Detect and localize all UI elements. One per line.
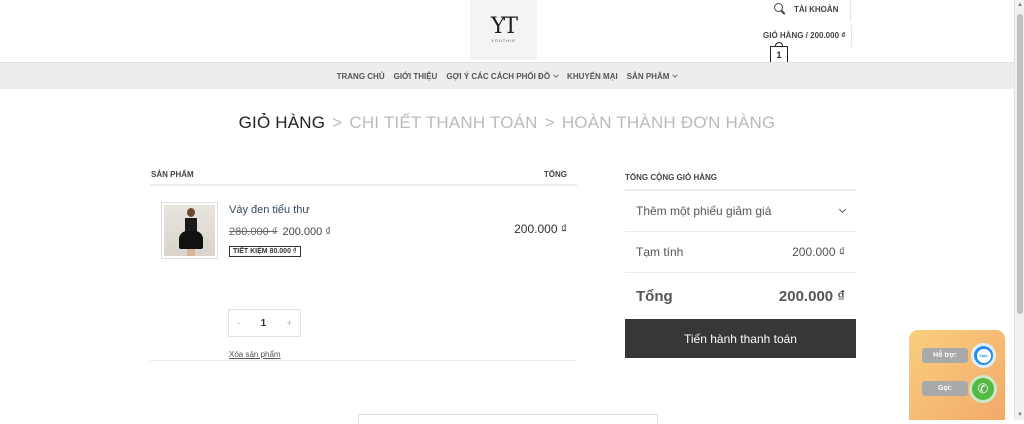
cart-summary-label: GIỎ HÀNG / 200.000 ₫ xyxy=(763,31,846,40)
nav-item-label: TRANG CHỦ xyxy=(336,71,385,81)
checkout-steps: GIỎ HÀNG > CHI TIẾT THANH TOÁN > HOÀN THÀNH … xyxy=(0,113,1014,133)
nav-item-label: GỢI Ý CÁC CÁCH PHỐI ĐỒ xyxy=(446,71,551,81)
step-cart[interactable]: GIỎ HÀNG xyxy=(239,113,326,132)
old-price: 280.000 ₫ xyxy=(229,226,278,238)
account-area: TÀI KHOẢN xyxy=(774,0,851,22)
product-image-part xyxy=(187,249,195,256)
nav-item-label: KHUYẾN MẠI xyxy=(567,71,618,81)
cart-totals: TỔNG CỘNG GIỎ HÀNG Thêm một phiếu giảm g… xyxy=(625,164,856,358)
search-icon[interactable] xyxy=(774,3,786,15)
main-nav: TRANG CHỦ GIỚI THIỆU GỢI Ý CÁC CÁCH PHỐI… xyxy=(0,62,1014,89)
divider xyxy=(851,25,852,47)
product-thumbnail[interactable] xyxy=(161,202,218,259)
nav-item-promotions[interactable]: KHUYẾN MẠI xyxy=(567,72,618,81)
product-prices: 280.000 ₫ 200.000 ₫ xyxy=(229,226,331,238)
column-header-total: TỔNG xyxy=(543,170,567,179)
total-label: Tổng xyxy=(636,287,673,305)
site-header: YT YOUTHIE TÀI KHOẢN GIỎ HÀNG / 200.000 … xyxy=(0,0,1014,64)
zalo-icon-text: Zalo xyxy=(976,348,991,363)
nav-item-about[interactable]: GIỚI THIỆU xyxy=(394,72,438,81)
support-widget: Hỗ trợ: Zalo Gọi: ✆ xyxy=(909,330,1005,420)
product-name-link[interactable]: Váy đen tiểu thư xyxy=(229,204,310,216)
nav-item-products[interactable]: SẢN PHẨM xyxy=(626,71,679,81)
product-image-part xyxy=(187,208,195,217)
header-cart-link[interactable]: GIỎ HÀNG / 200.000 ₫ xyxy=(763,25,852,47)
call-support-label: Gọi: xyxy=(922,381,968,396)
logo-subtitle: YOUTHIE xyxy=(491,38,516,43)
checkout-button[interactable]: Tiến hành thanh toán xyxy=(625,319,856,358)
page-scrollbar[interactable]: ▲ ▼ xyxy=(1014,0,1024,420)
remove-item-link[interactable]: Xóa sản phẩm xyxy=(229,350,281,359)
account-link[interactable]: TÀI KHOẢN xyxy=(794,5,838,14)
quantity-minus-button[interactable]: - xyxy=(237,318,240,328)
line-total: 200.000 ₫ xyxy=(514,222,567,236)
scroll-up-arrow-icon[interactable]: ▲ xyxy=(1017,2,1023,8)
saving-badge: TIẾT KIỆM 80.000 ₫ xyxy=(229,246,301,257)
total-value: 200.000 ₫ xyxy=(778,287,845,305)
cart-count-badge: 1 xyxy=(776,50,782,60)
scroll-down-arrow-icon[interactable]: ▼ xyxy=(1017,412,1023,418)
subtotal-value: 200.000 ₫ xyxy=(792,245,845,259)
grand-total-row: Tổng 200.000 ₫ xyxy=(625,273,856,319)
logo-mark: YT xyxy=(490,14,518,39)
column-header-product: SẢN PHẨM xyxy=(151,170,194,179)
divider xyxy=(850,0,851,22)
site-logo[interactable]: YT YOUTHIE xyxy=(470,0,537,60)
subtotal-row: Tạm tính 200.000 ₫ xyxy=(625,232,856,273)
zalo-icon[interactable]: Zalo xyxy=(971,343,996,368)
cart-item-row: Váy đen tiểu thư 280.000 ₫ 200.000 ₫ TIẾT… xyxy=(150,186,577,361)
step-separator: > xyxy=(332,113,343,132)
step-complete: HOÀN THÀNH ĐƠN HÀNG xyxy=(561,113,776,132)
coupon-label: Thêm một phiếu giảm giá xyxy=(636,204,772,218)
cart-table-header: SẢN PHẨM TỔNG xyxy=(150,164,577,186)
product-image-part xyxy=(185,218,197,232)
product-image-part xyxy=(179,231,203,249)
cart-totals-title: TỔNG CỘNG GIỎ HÀNG xyxy=(625,164,856,191)
sale-price: 200.000 ₫ xyxy=(282,226,331,238)
product-image xyxy=(164,205,215,256)
zalo-support-label: Hỗ trợ: xyxy=(922,348,968,363)
cart-table: SẢN PHẨM TỔNG Váy đen tiểu thư 280.000 ₫… xyxy=(150,164,577,361)
step-separator: > xyxy=(544,113,555,132)
nav-item-home[interactable]: TRANG CHỦ xyxy=(337,72,385,81)
nav-item-label: GIỚI THIỆU xyxy=(393,71,438,81)
subtotal-label: Tạm tính xyxy=(636,245,684,259)
quantity-stepper: - 1 + xyxy=(228,309,301,337)
nav-item-label: SẢN PHẨM xyxy=(626,71,670,81)
quantity-plus-button[interactable]: + xyxy=(287,318,292,328)
phone-icon[interactable]: ✆ xyxy=(969,375,997,403)
chevron-down-icon xyxy=(672,71,679,78)
chevron-down-icon xyxy=(838,205,847,214)
quantity-input[interactable]: 1 xyxy=(261,318,267,329)
scrollbar-thumb[interactable] xyxy=(1017,14,1023,314)
chevron-down-icon xyxy=(553,71,559,78)
step-checkout[interactable]: CHI TIẾT THANH TOÁN xyxy=(349,113,537,132)
footer-box-edge xyxy=(358,414,658,424)
coupon-toggle[interactable]: Thêm một phiếu giảm giá xyxy=(625,191,856,232)
nav-item-outfit-ideas[interactable]: GỢI Ý CÁC CÁCH PHỐI ĐỒ xyxy=(446,71,559,81)
